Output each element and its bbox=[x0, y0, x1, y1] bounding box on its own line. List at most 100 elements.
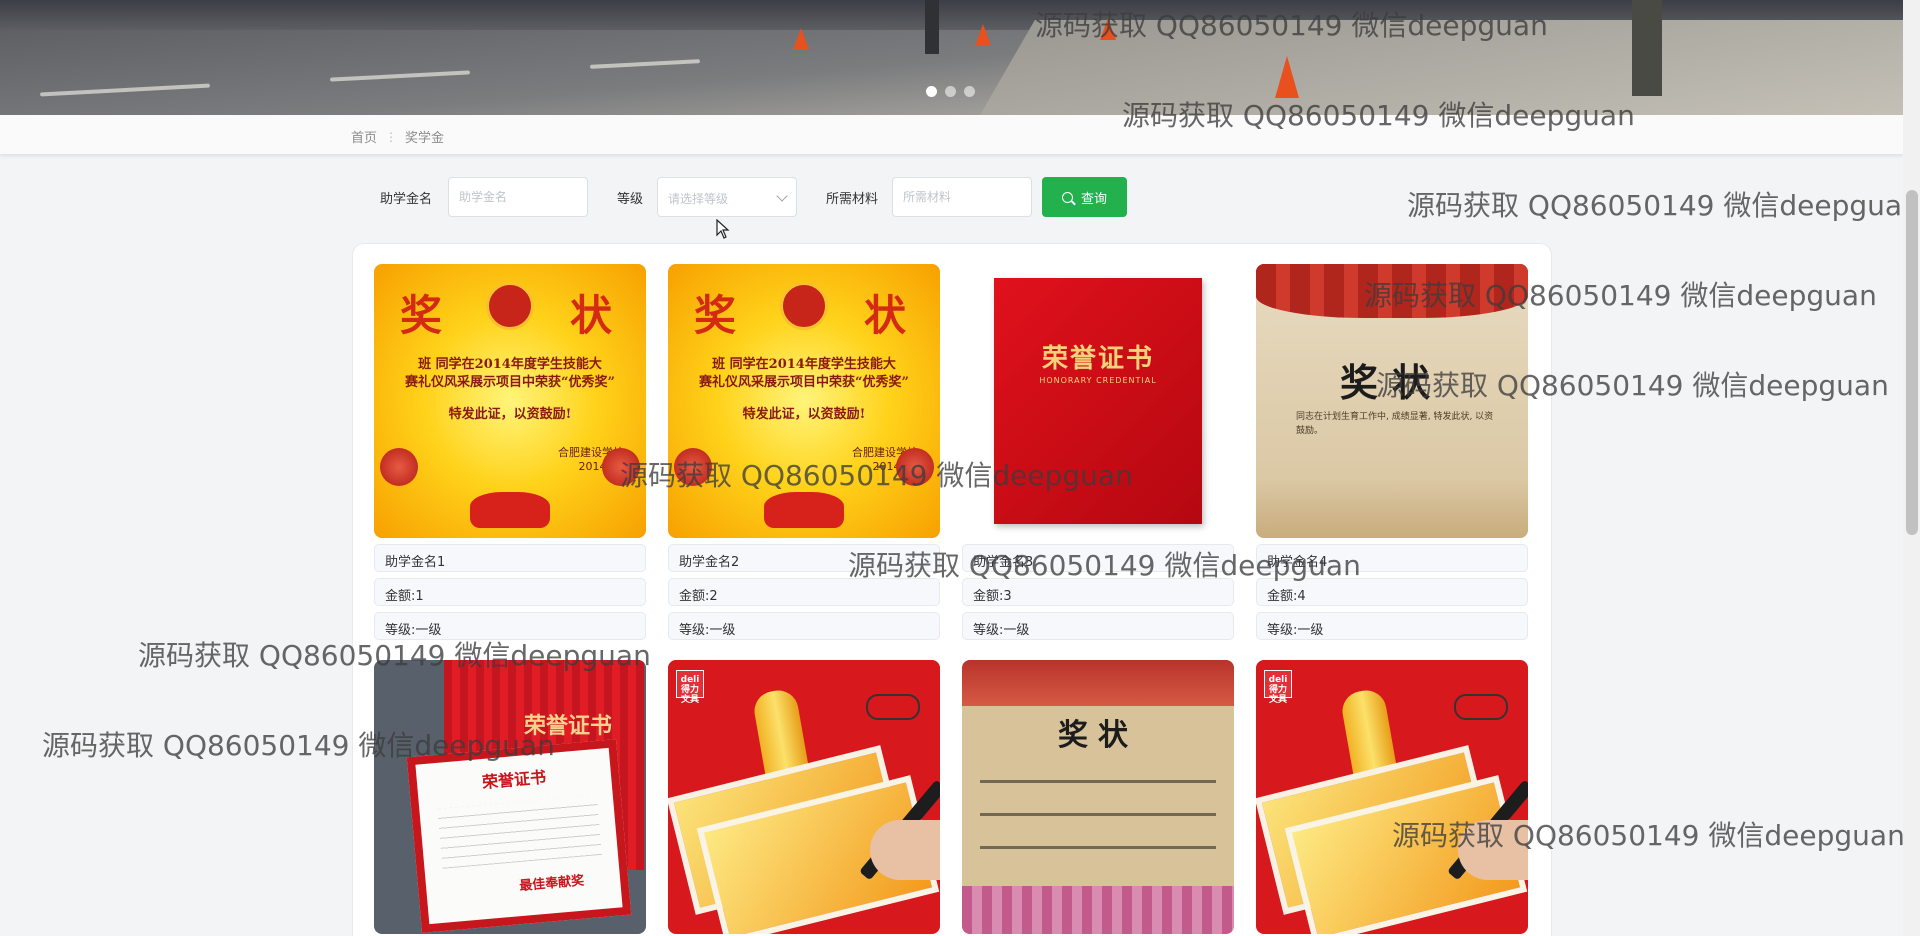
cert-title-char: 奖 bbox=[694, 291, 737, 340]
cert-line: 赛礼仪风采展示项目中荣获“优秀奖” bbox=[699, 375, 909, 390]
mouse-cursor-icon bbox=[716, 219, 730, 239]
glasses-icon bbox=[1454, 694, 1508, 720]
card-name: 助学金名4 bbox=[1256, 544, 1528, 572]
name-label: 助学金名 bbox=[380, 192, 433, 207]
traffic-cone bbox=[1100, 18, 1116, 40]
deli-logo: deli 得力文具 bbox=[1264, 670, 1292, 705]
scrollbar-thumb[interactable] bbox=[1906, 190, 1918, 535]
chevron-down-icon bbox=[776, 190, 788, 202]
honor-book: 荣誉证书 HONORARY CREDENTIAL bbox=[994, 278, 1202, 524]
page-scrollbar[interactable] bbox=[1903, 0, 1920, 936]
cert-front-title: 荣誉证书 bbox=[481, 767, 547, 792]
flower-ornament bbox=[674, 448, 712, 486]
deli-logo: deli 得力文具 bbox=[676, 670, 704, 705]
flower-ornament bbox=[602, 448, 640, 486]
scholarship-card[interactable]: deli 得力文具 bbox=[1256, 660, 1528, 934]
breadcrumb-bar: 首页 ⋮ 奖学金 bbox=[0, 115, 1903, 155]
cert-footer-ornament bbox=[962, 886, 1234, 934]
cert-text-lines bbox=[437, 795, 602, 869]
carousel-indicators bbox=[926, 86, 975, 97]
card-image[interactable]: deli 得力文具 bbox=[1256, 660, 1528, 934]
traffic-cone bbox=[793, 28, 809, 50]
level-select[interactable]: 请选择等级 bbox=[657, 177, 797, 217]
traffic-cone bbox=[975, 24, 991, 46]
book-title: 荣誉证书 bbox=[1041, 344, 1154, 374]
cert-line: 班 同学在2014年度学生技能大 bbox=[418, 357, 602, 372]
carousel-dot-3[interactable] bbox=[964, 86, 975, 97]
ribbon-ornament bbox=[764, 492, 844, 528]
cert-title-char: 奖 bbox=[400, 291, 443, 340]
card-level: 等级:一级 bbox=[962, 612, 1234, 640]
card-amount: 金额:4 bbox=[1256, 578, 1528, 606]
cert-award: 最佳奉献奖 bbox=[518, 873, 585, 895]
card-amount: 金额:2 bbox=[668, 578, 940, 606]
street-pole bbox=[925, 0, 939, 54]
cityscape-ornament bbox=[1256, 480, 1528, 538]
breadcrumb-current: 奖学金 bbox=[405, 131, 445, 146]
card-image[interactable]: 奖 状 班 同学在2014年度学生技能大 赛礼仪风采展示项目中荣获“优秀奖” 特… bbox=[374, 264, 646, 538]
cert-line: 特发此证，以资鼓励! bbox=[448, 407, 572, 422]
query-button-label: 查询 bbox=[1080, 190, 1107, 206]
certificate-front: 荣誉证书 最佳奉献奖 bbox=[406, 739, 632, 933]
scholarship-card[interactable]: 荣誉证书 HONORARY CREDENTIAL 助学金名3 金额:3 等级:一… bbox=[962, 264, 1234, 640]
card-level: 等级:一级 bbox=[668, 612, 940, 640]
lamp-post bbox=[1632, 0, 1662, 96]
material-label: 所需材料 bbox=[826, 192, 879, 207]
card-name: 助学金名2 bbox=[668, 544, 940, 572]
card-name: 助学金名3 bbox=[962, 544, 1234, 572]
flower-ornament bbox=[380, 448, 418, 486]
cert-back-title: 荣誉证书 bbox=[524, 713, 613, 739]
hero-banner bbox=[0, 0, 1903, 115]
cert-title: 奖状 bbox=[1058, 718, 1138, 753]
card-amount: 金额:1 bbox=[374, 578, 646, 606]
cert-body: 班 同学在2014年度学生技能大 赛礼仪风采展示项目中荣获“优秀奖” 特发此证，… bbox=[384, 356, 636, 424]
cert-line: 班 同学在2014年度学生技能大 bbox=[712, 357, 896, 372]
emblem-icon bbox=[780, 282, 828, 330]
scholarship-name-input[interactable] bbox=[448, 177, 588, 217]
card-image[interactable]: 荣誉证书 HONORARY CREDENTIAL bbox=[962, 264, 1234, 538]
glasses-icon bbox=[866, 694, 920, 720]
carousel-dot-1[interactable] bbox=[926, 86, 937, 97]
cert-title-char: 状 bbox=[570, 291, 613, 340]
level-label: 等级 bbox=[617, 192, 644, 207]
breadcrumb-separator: ⋮ bbox=[385, 129, 398, 144]
watermark: 源码获取 QQ86050149 微信deepguan bbox=[1407, 189, 1920, 222]
book-subtitle: HONORARY CREDENTIAL bbox=[1039, 376, 1157, 385]
scholarship-card[interactable]: 荣誉证书 荣誉证书 最佳奉献奖 bbox=[374, 660, 646, 934]
card-image[interactable]: 奖状 同志在计划生育工作中, 成绩显著, 特发此状, 以资鼓励。 bbox=[1256, 264, 1528, 538]
cert-line: 特发此证，以资鼓励! bbox=[742, 407, 866, 422]
card-name: 助学金名1 bbox=[374, 544, 646, 572]
card-amount: 金额:3 bbox=[962, 578, 1234, 606]
carousel-dot-2[interactable] bbox=[945, 86, 956, 97]
card-image[interactable]: 荣誉证书 荣誉证书 最佳奉献奖 bbox=[374, 660, 646, 934]
card-level: 等级:一级 bbox=[374, 612, 646, 640]
card-image[interactable]: 奖状 bbox=[962, 660, 1234, 934]
query-button[interactable]: 查询 bbox=[1042, 177, 1127, 217]
cert-title-char: 状 bbox=[864, 291, 907, 340]
hand-image bbox=[1458, 820, 1528, 880]
scholarship-card[interactable]: 奖状 bbox=[962, 660, 1234, 934]
scholarship-card[interactable]: 奖状 同志在计划生育工作中, 成绩显著, 特发此状, 以资鼓励。 助学金名4 金… bbox=[1256, 264, 1528, 640]
traffic-cone bbox=[1275, 56, 1299, 98]
card-image[interactable]: 奖 状 班 同学在2014年度学生技能大 赛礼仪风采展示项目中荣获“优秀奖” 特… bbox=[668, 264, 940, 538]
scholarship-card[interactable]: 奖 状 班 同学在2014年度学生技能大 赛礼仪风采展示项目中荣获“优秀奖” 特… bbox=[374, 264, 646, 640]
material-input[interactable] bbox=[892, 177, 1032, 217]
banner-sidewalk bbox=[980, 20, 1903, 115]
cert-header-ornament bbox=[962, 660, 1234, 706]
search-icon bbox=[1061, 191, 1073, 203]
ribbon-ornament bbox=[470, 492, 550, 528]
hand-image bbox=[870, 820, 940, 880]
card-level: 等级:一级 bbox=[1256, 612, 1528, 640]
emblem-icon bbox=[486, 282, 534, 330]
card-image[interactable]: deli 得力文具 bbox=[668, 660, 940, 934]
level-select-placeholder: 请选择等级 bbox=[668, 192, 729, 206]
scholarship-card[interactable]: deli 得力文具 bbox=[668, 660, 940, 934]
scholarship-list-panel: 奖 状 班 同学在2014年度学生技能大 赛礼仪风采展示项目中荣获“优秀奖” 特… bbox=[352, 243, 1552, 936]
scholarship-card[interactable]: 奖 状 班 同学在2014年度学生技能大 赛礼仪风采展示项目中荣获“优秀奖” 特… bbox=[668, 264, 940, 640]
curtain-ornament bbox=[1256, 264, 1528, 318]
calligraphy-text bbox=[980, 760, 1216, 870]
breadcrumb: 首页 ⋮ 奖学金 bbox=[351, 127, 445, 147]
cert-line: 赛礼仪风采展示项目中荣获“优秀奖” bbox=[405, 375, 615, 390]
breadcrumb-home[interactable]: 首页 bbox=[351, 127, 377, 146]
cert-body: 班 同学在2014年度学生技能大 赛礼仪风采展示项目中荣获“优秀奖” 特发此证，… bbox=[678, 356, 930, 424]
